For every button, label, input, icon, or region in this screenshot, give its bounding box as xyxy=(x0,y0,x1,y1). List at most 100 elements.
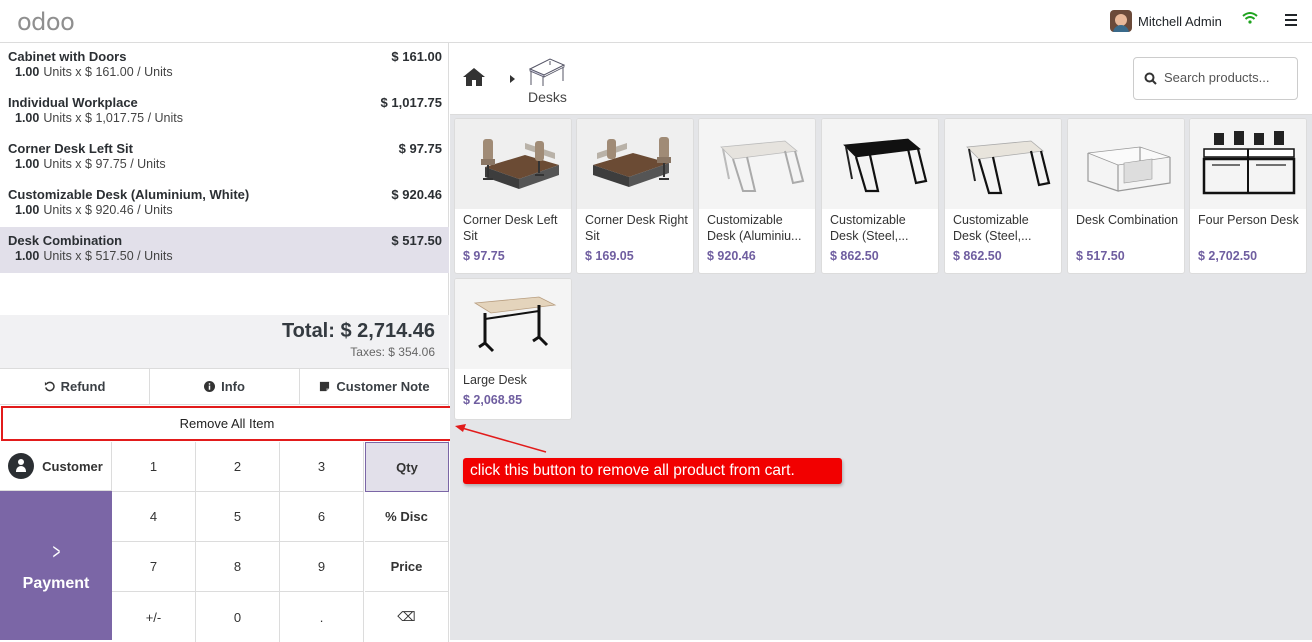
order-line-price: $ 920.46 xyxy=(391,187,442,202)
customer-note-button[interactable]: Customer Note xyxy=(300,369,449,404)
product-name: Customizable Desk (Steel,... xyxy=(830,213,909,243)
search-box[interactable] xyxy=(1133,57,1298,100)
numpad-key-8[interactable]: 8 xyxy=(196,542,280,592)
customer-note-label: Customer Note xyxy=(336,379,430,394)
user-avatar xyxy=(1110,10,1132,32)
product-name: Large Desk xyxy=(463,373,527,387)
order-line-name: Desk Combination xyxy=(8,233,123,248)
order-line-price: $ 1,017.75 xyxy=(380,95,442,110)
numpad-key-3[interactable]: 3 xyxy=(280,442,364,492)
order-line-price: $ 161.00 xyxy=(391,49,442,64)
order-line[interactable]: Customizable Desk (Aluminium, White) $ 9… xyxy=(0,181,449,227)
search-input[interactable] xyxy=(1164,70,1292,85)
product-name: Customizable Desk (Aluminiu... xyxy=(707,213,802,243)
remove-all-items-button[interactable]: Remove All Item xyxy=(1,406,453,441)
order-line[interactable]: Individual Workplace $ 1,017.75 1.00 Unit… xyxy=(0,89,449,135)
numpad-key-0[interactable]: 0 xyxy=(196,592,280,642)
product-card[interactable]: Large Desk $ 2,068.85 xyxy=(454,278,572,420)
numpad-key-1[interactable]: 1 xyxy=(112,442,196,492)
order-line-name: Cabinet with Doors xyxy=(8,49,127,64)
product-price: $ 2,068.85 xyxy=(463,393,523,407)
qty-mode-button[interactable]: Qty xyxy=(365,442,449,492)
refund-button[interactable]: Refund xyxy=(0,369,150,404)
order-line-qty: 1.00 Units x $ 920.46 / Units xyxy=(15,203,173,217)
backspace-button[interactable]: ⌫ xyxy=(365,592,449,642)
product-card[interactable]: Corner Desk Left Sit $ 97.75 xyxy=(454,118,572,274)
user-name: Mitchell Admin xyxy=(1138,13,1222,29)
product-card[interactable]: Desk Combination $ 517.50 xyxy=(1067,118,1185,274)
order-lines: Cabinet with Doors $ 161.00 1.00 Units x … xyxy=(0,43,449,315)
wifi-icon xyxy=(1242,12,1258,24)
info-button[interactable]: Info xyxy=(150,369,300,404)
search-icon xyxy=(1144,72,1157,85)
product-name: Corner Desk Left Sit xyxy=(463,213,558,243)
product-price: $ 517.50 xyxy=(1076,249,1125,263)
product-card[interactable]: Four Person Desk $ 2,702.50 xyxy=(1189,118,1307,274)
home-icon[interactable] xyxy=(462,67,486,87)
order-line-name: Corner Desk Left Sit xyxy=(8,141,133,156)
product-image xyxy=(577,119,693,209)
order-line-name: Customizable Desk (Aluminium, White) xyxy=(8,187,250,202)
numpad-key-4[interactable]: 4 xyxy=(112,492,196,542)
product-image xyxy=(1068,119,1184,209)
info-icon xyxy=(204,381,216,392)
product-price: $ 920.46 xyxy=(707,249,756,263)
order-line-qty: 1.00 Units x $ 97.75 / Units xyxy=(15,157,166,171)
payment-button[interactable]: > Payment xyxy=(0,491,112,640)
numpad-key-2[interactable]: 2 xyxy=(196,442,280,492)
product-card[interactable]: Customizable Desk (Steel,... $ 862.50 xyxy=(944,118,1062,274)
undo-icon xyxy=(44,381,55,392)
order-summary: Total: $ 2,714.46 Taxes: $ 354.06 xyxy=(0,315,449,368)
product-price: $ 862.50 xyxy=(953,249,1002,263)
product-card[interactable]: Customizable Desk (Aluminiu... $ 920.46 xyxy=(698,118,816,274)
price-mode-button[interactable]: Price xyxy=(365,542,449,592)
product-image xyxy=(699,119,815,209)
order-line[interactable]: Corner Desk Left Sit $ 97.75 1.00 Units x… xyxy=(0,135,449,181)
payment-label: Payment xyxy=(22,574,90,592)
discount-mode-button[interactable]: % Disc xyxy=(365,492,449,542)
numpad-key-5[interactable]: 5 xyxy=(196,492,280,542)
order-line-qty: 1.00 Units x $ 1,017.75 / Units xyxy=(15,111,183,125)
order-line-price: $ 97.75 xyxy=(398,141,442,156)
top-bar: odoo Mitchell Admin xyxy=(0,0,1312,43)
desk-category-icon[interactable] xyxy=(528,55,566,87)
caret-right-icon xyxy=(510,75,515,83)
chevron-right-icon: > xyxy=(52,538,60,564)
user-menu[interactable]: Mitchell Admin xyxy=(1110,10,1222,32)
product-price: $ 97.75 xyxy=(463,249,505,263)
numpad-key-7[interactable]: 7 xyxy=(112,542,196,592)
note-icon xyxy=(320,381,330,392)
numpad-key-plus-minus[interactable]: +/- xyxy=(112,592,196,642)
order-pane: Cabinet with Doors $ 161.00 1.00 Units x … xyxy=(0,43,453,642)
product-pane: Desks Corner Desk Left Sit $ 97.75 Corne… xyxy=(450,43,1312,640)
order-line-qty: 1.00 Units x $ 161.00 / Units xyxy=(15,65,173,79)
order-line[interactable]: Cabinet with Doors $ 161.00 1.00 Units x … xyxy=(0,43,449,89)
product-image xyxy=(822,119,938,209)
odoo-logo: odoo xyxy=(17,8,75,36)
product-image xyxy=(945,119,1061,209)
refund-label: Refund xyxy=(60,379,106,394)
numpad-key-decimal[interactable]: . xyxy=(280,592,364,642)
control-buttons: Refund Info Customer Note xyxy=(0,368,449,405)
order-line-selected[interactable]: Desk Combination $ 517.50 1.00 Units x $ … xyxy=(0,227,449,273)
order-line-qty: 1.00 Units x $ 517.50 / Units xyxy=(15,249,173,263)
product-price: $ 2,702.50 xyxy=(1198,249,1258,263)
hamburger-menu-icon[interactable] xyxy=(1285,14,1297,26)
product-card[interactable]: Corner Desk Right Sit $ 169.05 xyxy=(576,118,694,274)
product-price: $ 169.05 xyxy=(585,249,634,263)
breadcrumb-category[interactable]: Desks xyxy=(528,89,567,105)
breadcrumb: Desks xyxy=(450,43,1312,115)
product-image xyxy=(455,119,571,209)
annotation-callout: click this button to remove all product … xyxy=(463,458,842,484)
order-line-price: $ 517.50 xyxy=(391,233,442,248)
product-name: Customizable Desk (Steel,... xyxy=(953,213,1032,243)
product-card[interactable]: Customizable Desk (Steel,... $ 862.50 xyxy=(821,118,939,274)
product-name: Four Person Desk xyxy=(1198,213,1299,227)
numpad-key-9[interactable]: 9 xyxy=(280,542,364,592)
order-taxes: Taxes: $ 354.06 xyxy=(350,345,435,359)
order-total: Total: $ 2,714.46 xyxy=(281,320,435,342)
set-customer-button[interactable]: Customer xyxy=(0,442,112,491)
numpad-key-6[interactable]: 6 xyxy=(280,492,364,542)
product-image xyxy=(1190,119,1306,209)
product-name: Desk Combination xyxy=(1076,213,1179,227)
